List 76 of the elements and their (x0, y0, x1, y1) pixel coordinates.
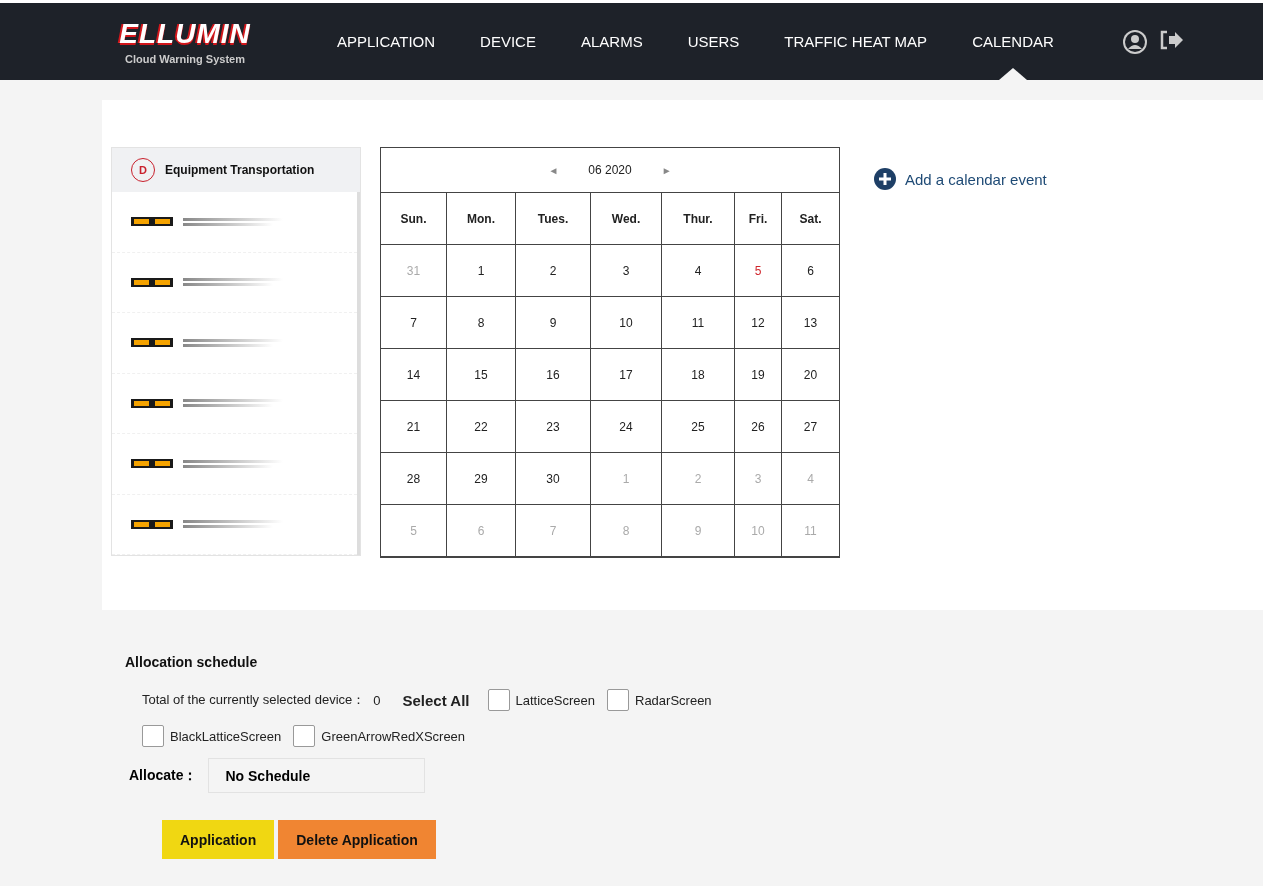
calendar-day[interactable]: 26 (735, 401, 782, 453)
calendar-day[interactable]: 19 (735, 349, 782, 401)
weekday-header: Sat. (782, 193, 839, 245)
calendar-day[interactable]: 3 (591, 245, 662, 297)
total-value: 0 (373, 692, 381, 708)
select-all-label: Select All (402, 691, 470, 709)
nav-tab[interactable]: CALENDAR (972, 3, 1054, 80)
previous-month-button[interactable]: ◄ (548, 164, 559, 176)
weekday-header: Tues. (516, 193, 591, 245)
calendar-day[interactable]: 10 (591, 297, 662, 349)
calendar-day[interactable]: 5 (735, 245, 782, 297)
calendar-day[interactable]: 27 (782, 401, 839, 453)
light-bar-icon (131, 459, 173, 469)
checkbox-label: LatticeScreen (515, 692, 595, 708)
schedule-select[interactable]: No Schedule (208, 758, 426, 793)
logo: ELLUMIN (119, 18, 251, 49)
calendar-day[interactable]: 8 (447, 297, 516, 349)
nav-tab[interactable]: ALARMS (580, 3, 643, 80)
checkbox[interactable] (293, 725, 316, 747)
weekday-header: Wed. (591, 193, 662, 245)
section-title: Allocation schedule (125, 654, 259, 670)
light-bar-icon (131, 217, 173, 227)
calendar-day[interactable]: 22 (447, 401, 516, 453)
checkbox-label: RadarScreen (635, 692, 712, 708)
light-bar-icon (131, 398, 173, 408)
calendar-day[interactable]: 14 (381, 349, 447, 401)
calendar-day[interactable]: 1 (447, 245, 516, 297)
plus-circle-icon (874, 168, 896, 190)
calendar-day[interactable]: 2 (516, 245, 591, 297)
calendar-day[interactable]: 20 (782, 349, 839, 401)
calendar-day[interactable]: 28 (381, 453, 447, 505)
delete-button[interactable]: Delete Application (278, 820, 436, 859)
calendar-day[interactable]: 21 (381, 401, 447, 453)
next-month-button[interactable]: ► (661, 164, 672, 176)
apply-button[interactable]: Application (162, 820, 275, 859)
checkbox-label: GreenArrowRedXScreen (321, 728, 466, 744)
checkbox[interactable] (487, 689, 510, 711)
weekday-header: Sun. (381, 193, 447, 245)
calendar-day[interactable]: 23 (516, 401, 591, 453)
checkbox[interactable] (607, 689, 629, 711)
checkbox-label: BlackLatticeScreen (170, 728, 282, 744)
allocate-label: Allocate： (129, 766, 198, 785)
weekday-header: Thur. (662, 193, 735, 245)
nav-tab[interactable]: TRAFFIC HEAT MAP (784, 3, 928, 80)
calendar-day[interactable]: 13 (782, 297, 839, 349)
calendar-day[interactable]: 4 (662, 245, 735, 297)
calendar-day[interactable]: 9 (516, 297, 591, 349)
weekday-header: Fri. (735, 193, 782, 245)
weekday-header: Mon. (447, 193, 516, 245)
total-label: Total of the currently selected device： (142, 691, 366, 709)
device-group-header[interactable]: D Equipment Transportation (112, 148, 360, 192)
month-title: 06 2020 (588, 163, 632, 177)
add-event-link[interactable]: Add a calendar event (874, 168, 1047, 190)
checkbox[interactable] (142, 725, 164, 747)
calendar-day[interactable]: 12 (735, 297, 782, 349)
add-event-label: Add a calendar event (905, 170, 1047, 188)
calendar-day[interactable]: 25 (662, 401, 735, 453)
light-bar-icon (131, 519, 173, 529)
calendar-day[interactable]: 30 (516, 453, 591, 505)
calendar-day[interactable]: 6 (782, 245, 839, 297)
nav-tab[interactable]: APPLICATION (337, 3, 436, 80)
logo-tagline: Cloud Warning System (125, 52, 245, 65)
light-bar-icon (131, 277, 173, 287)
calendar-day[interactable]: 29 (447, 453, 516, 505)
calendar-day[interactable]: 15 (447, 349, 516, 401)
calendar-day[interactable]: 17 (591, 349, 662, 401)
group-title: Equipment Transportation (165, 163, 315, 177)
calendar-day[interactable]: 24 (591, 401, 662, 453)
nav-tab[interactable]: DEVICE (480, 3, 536, 80)
calendar-day[interactable]: 7 (381, 297, 447, 349)
light-bar-icon (131, 338, 173, 348)
user-icon[interactable] (1121, 28, 1148, 55)
nav-tab[interactable]: USERS (687, 3, 740, 80)
calendar-day[interactable]: 11 (662, 297, 735, 349)
calendar-day[interactable]: 18 (662, 349, 735, 401)
calendar-day[interactable]: 16 (516, 349, 591, 401)
